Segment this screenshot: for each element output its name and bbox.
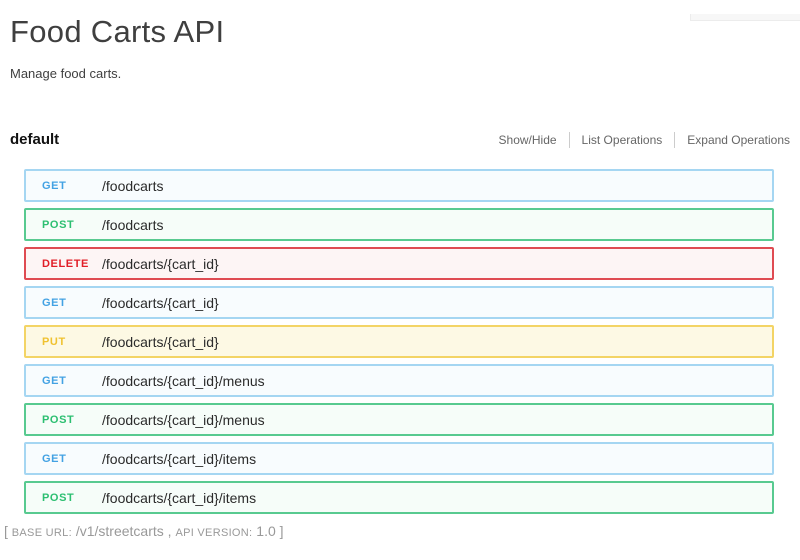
method-badge: GET [42, 453, 100, 465]
base-url-value: /v1/streetcarts [72, 523, 164, 539]
endpoint-path[interactable]: /foodcarts/{cart_id} [102, 295, 219, 311]
show-hide-link[interactable]: Show/Hide [499, 133, 569, 147]
footer-close-bracket: ] [276, 523, 284, 539]
method-badge: GET [42, 375, 100, 387]
method-badge: POST [42, 219, 100, 231]
expand-operations-link[interactable]: Expand Operations [675, 133, 790, 147]
footer-open-bracket: [ [4, 523, 12, 539]
api-base-url-footer: [ BASE URL: /v1/streetcarts , API VERSIO… [4, 523, 790, 539]
method-badge: POST [42, 492, 100, 504]
method-badge: DELETE [42, 258, 100, 270]
page-title: Food Carts API [10, 14, 790, 50]
endpoint-path[interactable]: /foodcarts/{cart_id}/menus [102, 373, 265, 389]
endpoint-row-get-foodcarts[interactable]: GET /foodcarts [24, 169, 774, 202]
api-version-value: 1.0 [252, 523, 275, 539]
endpoint-path[interactable]: /foodcarts [102, 178, 163, 194]
endpoint-row-post-menus[interactable]: POST /foodcarts/{cart_id}/menus [24, 403, 774, 436]
endpoint-path[interactable]: /foodcarts/{cart_id} [102, 334, 219, 350]
endpoint-row-post-items[interactable]: POST /foodcarts/{cart_id}/items [24, 481, 774, 514]
endpoint-row-post-foodcarts[interactable]: POST /foodcarts [24, 208, 774, 241]
api-version-label: API VERSION: [175, 527, 252, 539]
method-badge: POST [42, 414, 100, 426]
endpoint-path[interactable]: /foodcarts/{cart_id}/items [102, 490, 256, 506]
method-badge: GET [42, 297, 100, 309]
api-docs-page: Food Carts API Manage food carts. defaul… [0, 14, 800, 539]
section-actions: Show/Hide List Operations Expand Operati… [499, 132, 790, 148]
endpoint-path[interactable]: /foodcarts/{cart_id} [102, 256, 219, 272]
base-url-label: BASE URL: [12, 527, 72, 539]
method-badge: PUT [42, 336, 100, 348]
endpoint-row-put-foodcart[interactable]: PUT /foodcarts/{cart_id} [24, 325, 774, 358]
page-subtitle: Manage food carts. [10, 66, 790, 81]
endpoint-row-get-menus[interactable]: GET /foodcarts/{cart_id}/menus [24, 364, 774, 397]
endpoint-list: GET /foodcarts POST /foodcarts DELETE /f… [24, 169, 774, 514]
endpoint-row-get-foodcart[interactable]: GET /foodcarts/{cart_id} [24, 286, 774, 319]
endpoint-row-delete-foodcart[interactable]: DELETE /foodcarts/{cart_id} [24, 247, 774, 280]
footer-separator: , [164, 523, 176, 539]
endpoint-row-get-items[interactable]: GET /foodcarts/{cart_id}/items [24, 442, 774, 475]
list-operations-link[interactable]: List Operations [570, 133, 675, 147]
endpoint-path[interactable]: /foodcarts/{cart_id}/items [102, 451, 256, 467]
section-name[interactable]: default [10, 131, 59, 148]
endpoint-path[interactable]: /foodcarts/{cart_id}/menus [102, 412, 265, 428]
method-badge: GET [42, 180, 100, 192]
section-header: default Show/Hide List Operations Expand… [10, 131, 790, 148]
endpoint-path[interactable]: /foodcarts [102, 217, 163, 233]
